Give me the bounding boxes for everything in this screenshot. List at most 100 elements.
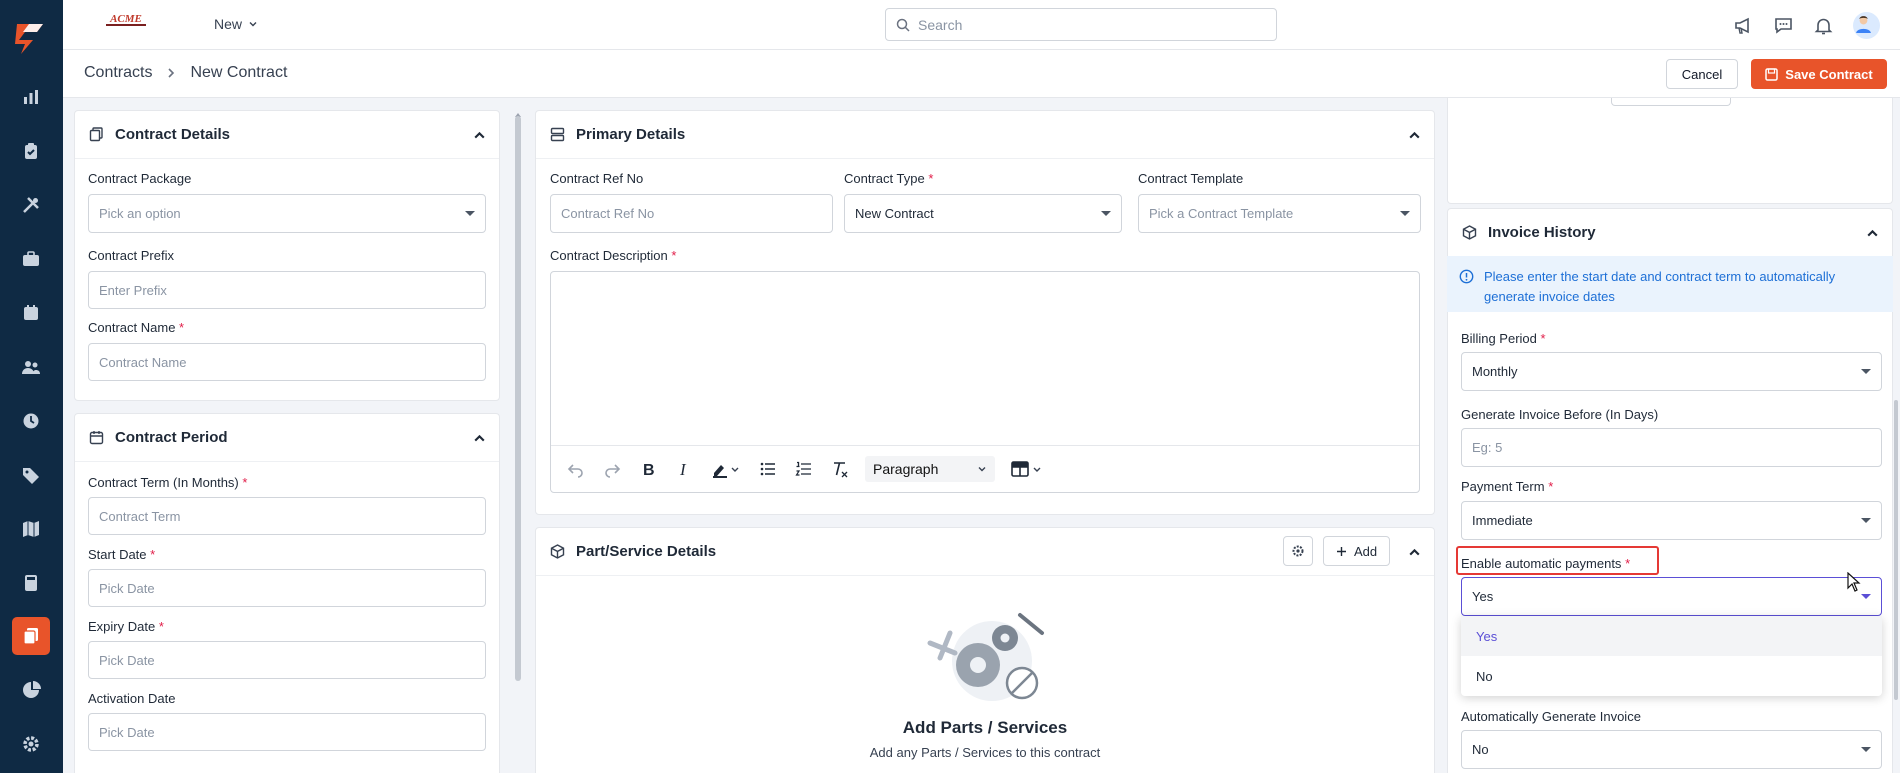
caret-down-icon: [465, 211, 475, 216]
contract-details-header[interactable]: Contract Details: [75, 111, 499, 159]
sidebar-item-reports[interactable]: [12, 671, 50, 709]
auto-generate-select[interactable]: No: [1461, 730, 1882, 769]
new-menu-button[interactable]: New: [214, 16, 258, 32]
save-contract-button[interactable]: Save Contract: [1751, 59, 1887, 89]
generate-before-placeholder: Eg: 5: [1472, 440, 1503, 455]
cancel-button[interactable]: Cancel: [1666, 59, 1738, 89]
invoice-history-header[interactable]: Invoice History: [1448, 209, 1892, 257]
chevron-up-icon[interactable]: [472, 128, 487, 143]
bar-chart-icon: [24, 90, 38, 104]
contract-ref-input[interactable]: Contract Ref No: [550, 194, 833, 233]
app-logo-icon[interactable]: [13, 22, 49, 56]
sidebar-item-contracts[interactable]: [12, 617, 50, 655]
search-input[interactable]: [918, 16, 1258, 33]
dropdown-option-no[interactable]: No: [1461, 656, 1882, 696]
contract-description-editor[interactable]: B I Paragraph: [550, 271, 1420, 493]
contract-template-select[interactable]: Pick a Contract Template: [1138, 194, 1421, 233]
highlight-button[interactable]: [709, 458, 743, 480]
start-date-placeholder: Pick Date: [99, 580, 155, 596]
primary-details-title: Primary Details: [576, 126, 686, 143]
users-icon: [22, 361, 40, 374]
contract-term-input[interactable]: Contract Term: [88, 497, 486, 535]
megaphone-icon[interactable]: [1733, 15, 1754, 36]
sidebar-item-settings[interactable]: [12, 725, 50, 763]
contract-type-select[interactable]: New Contract: [844, 194, 1122, 233]
upper-right-panel: [1447, 98, 1893, 204]
bullet-list-button[interactable]: [757, 458, 779, 480]
clear-format-button[interactable]: [829, 458, 851, 480]
parts-illustration-icon: [927, 613, 1044, 701]
sidebar-item-map[interactable]: [12, 510, 50, 548]
part-settings-button[interactable]: [1283, 536, 1313, 566]
start-date-label: Start Date *: [88, 547, 155, 562]
redo-button[interactable]: [601, 458, 623, 480]
italic-button[interactable]: I: [673, 458, 695, 480]
bell-icon[interactable]: [1813, 15, 1834, 36]
table-button[interactable]: [1009, 458, 1045, 480]
chevron-up-icon[interactable]: [472, 431, 487, 446]
sidebar-item-calendar[interactable]: [12, 294, 50, 332]
paragraph-style-select[interactable]: Paragraph: [865, 456, 995, 482]
undo-button[interactable]: [565, 458, 587, 480]
left-scrollbar[interactable]: [514, 106, 522, 773]
bold-button[interactable]: B: [637, 458, 659, 480]
payment-term-select[interactable]: Immediate: [1461, 501, 1882, 540]
add-part-button[interactable]: Add: [1323, 536, 1391, 566]
numbered-list-button[interactable]: [793, 458, 815, 480]
sidebar-item-pricing[interactable]: [12, 456, 50, 494]
partial-button[interactable]: [1611, 98, 1731, 106]
caret-down-icon: [1400, 211, 1410, 216]
primary-details-header[interactable]: Primary Details: [536, 111, 1434, 159]
chevron-up-icon[interactable]: [1407, 545, 1422, 560]
start-date-input[interactable]: Pick Date: [88, 569, 486, 607]
scrollbar-thumb[interactable]: [515, 116, 521, 681]
invoice-info-banner: Please enter the start date and contract…: [1447, 256, 1893, 312]
billing-period-label: Billing Period *: [1461, 331, 1546, 346]
caret-down-icon: [1101, 211, 1111, 216]
sidebar-item-calculator[interactable]: [12, 564, 50, 602]
breadcrumb-bar: Contracts New Contract Cancel Save Contr…: [63, 50, 1900, 98]
required-mark: *: [1625, 556, 1631, 571]
avatar[interactable]: [1853, 12, 1880, 39]
required-mark: *: [179, 320, 185, 335]
highlighter-icon: [713, 465, 739, 478]
sidebar-item-tools[interactable]: [12, 186, 50, 224]
contract-type-value: New Contract: [855, 206, 934, 221]
sidebar-item-timesheet[interactable]: [12, 402, 50, 440]
sidebar-item-jobs[interactable]: [12, 240, 50, 278]
svg-text:I: I: [679, 460, 687, 478]
activation-date-input[interactable]: Pick Date: [88, 713, 486, 751]
dropdown-option-yes[interactable]: Yes: [1461, 616, 1882, 656]
caret-down-icon: [1861, 594, 1871, 599]
generate-before-label: Generate Invoice Before (In Days): [1461, 407, 1659, 422]
auto-payments-select[interactable]: Yes: [1461, 577, 1882, 616]
sidebar-item-customers[interactable]: [12, 348, 50, 386]
payment-term-label: Payment Term *: [1461, 479, 1553, 494]
contract-period-header[interactable]: Contract Period: [75, 414, 499, 462]
contract-package-select[interactable]: Pick an option: [88, 194, 486, 233]
table-icon: [1011, 461, 1041, 477]
chevron-up-icon[interactable]: [1407, 128, 1422, 143]
chat-icon[interactable]: [1773, 15, 1794, 36]
generate-before-input[interactable]: Eg: 5: [1461, 428, 1882, 467]
top-icons: [1733, 12, 1880, 39]
right-scrollbar[interactable]: [1894, 400, 1898, 700]
billing-period-select[interactable]: Monthly: [1461, 352, 1882, 391]
contract-prefix-input[interactable]: Enter Prefix: [88, 271, 486, 309]
gear-icon: [23, 736, 39, 752]
briefcase-icon: [23, 251, 39, 266]
part-service-title: Part/Service Details: [576, 543, 717, 560]
contract-name-input[interactable]: Contract Name: [88, 343, 486, 381]
breadcrumb-contracts-link[interactable]: Contracts: [84, 64, 152, 82]
contract-package-label: Contract Package: [88, 171, 192, 186]
chevron-up-icon[interactable]: [1865, 226, 1880, 241]
auto-payments-label: Enable automatic payments *: [1461, 556, 1630, 571]
map-icon: [23, 521, 39, 537]
clear-format-icon: [834, 462, 848, 478]
clock-icon: [23, 413, 39, 429]
brand-logo[interactable]: ACME: [101, 12, 151, 28]
stack-icon: [550, 127, 565, 142]
sidebar-item-work-orders[interactable]: [12, 132, 50, 170]
expiry-date-input[interactable]: Pick Date: [88, 641, 486, 679]
sidebar-item-dashboard[interactable]: [12, 78, 50, 116]
